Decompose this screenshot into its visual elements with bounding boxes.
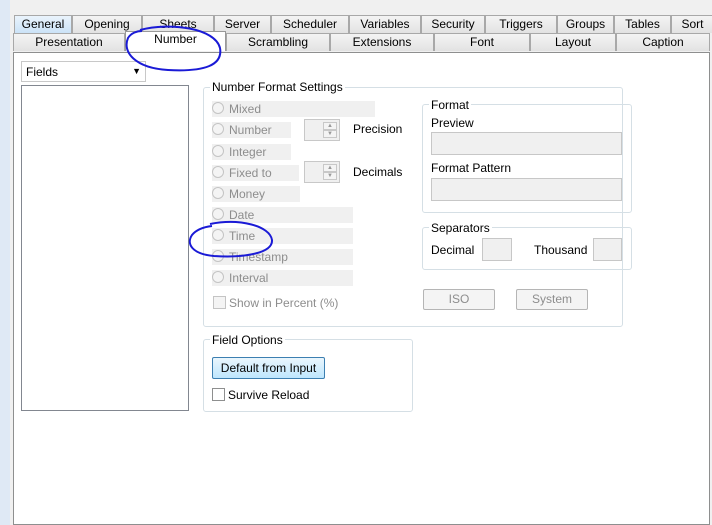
default-from-input-button[interactable]: Default from Input <box>212 357 325 379</box>
format-pattern-label: Format Pattern <box>431 161 512 175</box>
radio-label: Mixed <box>229 102 262 116</box>
radio-label: Date <box>229 208 255 222</box>
spin-up-icon[interactable]: ▲ <box>323 164 337 172</box>
radio-circle <box>212 229 224 241</box>
show-percent-label: Show in Percent (%) <box>229 296 339 310</box>
radio-label: Fixed to <box>229 166 272 180</box>
radio-interval[interactable]: Interval <box>212 270 353 286</box>
number-format-title: Number Format Settings <box>210 80 345 94</box>
radio-fixed-to[interactable]: Fixed to <box>212 165 299 181</box>
spin-up-icon[interactable]: ▲ <box>323 122 337 130</box>
preview-label: Preview <box>431 116 474 130</box>
radio-mixed[interactable]: Mixed <box>212 101 375 117</box>
tab-font[interactable]: Font <box>434 33 530 51</box>
thousand-separator-label: Thousand <box>534 243 588 257</box>
thousand-separator-input[interactable] <box>593 238 622 261</box>
tab-extensions[interactable]: Extensions <box>330 33 434 51</box>
survive-reload-checkbox[interactable] <box>212 388 225 401</box>
show-percent-checkbox[interactable] <box>213 296 226 309</box>
radio-label: Interval <box>229 271 269 285</box>
tab-row-1: General Opening Sheets Server Scheduler … <box>14 15 712 33</box>
survive-reload-label: Survive Reload <box>228 388 310 402</box>
radio-circle <box>212 187 224 199</box>
preview-field <box>431 132 622 155</box>
radio-money[interactable]: Money <box>212 186 300 202</box>
radio-circle <box>212 250 224 262</box>
tab-row-2: Presentation Number Scrambling Extension… <box>13 31 710 51</box>
decimal-separator-label: Decimal <box>431 243 475 257</box>
fields-list[interactable] <box>21 85 189 411</box>
radio-integer[interactable]: Integer <box>212 144 291 160</box>
fields-dropdown[interactable]: Fields ▼ <box>21 61 146 82</box>
precision-spinner[interactable]: ▲ ▼ <box>304 119 340 141</box>
tab-security[interactable]: Security <box>421 15 485 33</box>
tab-caption[interactable]: Caption <box>616 33 710 51</box>
format-pattern-input[interactable] <box>431 178 622 201</box>
radio-label: Timestamp <box>229 250 288 264</box>
field-options-title: Field Options <box>210 333 285 347</box>
radio-time[interactable]: Time <box>212 228 353 244</box>
tab-variables[interactable]: Variables <box>349 15 421 33</box>
chevron-down-icon: ▼ <box>132 66 141 76</box>
tab-presentation[interactable]: Presentation <box>13 33 125 51</box>
radio-circle <box>212 123 224 135</box>
decimals-label: Decimals <box>353 165 403 179</box>
radio-label: Integer <box>229 145 267 159</box>
format-title: Format <box>429 98 472 112</box>
tab-scrambling[interactable]: Scrambling <box>226 33 330 51</box>
tab-layout[interactable]: Layout <box>530 33 616 51</box>
decimals-spinner[interactable]: ▲ ▼ <box>304 161 340 183</box>
system-button[interactable]: System <box>516 289 588 310</box>
tab-groups[interactable]: Groups <box>557 15 614 33</box>
radio-circle <box>212 145 224 157</box>
tab-sort[interactable]: Sort <box>671 15 712 33</box>
radio-circle <box>212 166 224 178</box>
radio-date[interactable]: Date <box>212 207 353 223</box>
tab-scheduler[interactable]: Scheduler <box>271 15 349 33</box>
radio-number[interactable]: Number <box>212 122 291 138</box>
radio-circle <box>212 208 224 220</box>
tab-tables[interactable]: Tables <box>614 15 671 33</box>
radio-circle <box>212 102 224 114</box>
decimal-separator-input[interactable] <box>482 238 512 261</box>
radio-label: Money <box>229 187 266 201</box>
spin-down-icon[interactable]: ▼ <box>323 130 337 138</box>
tab-general[interactable]: General <box>14 15 72 33</box>
iso-button[interactable]: ISO <box>423 289 495 310</box>
separators-title: Separators <box>429 221 492 235</box>
radio-label: Number <box>229 123 272 137</box>
tab-triggers[interactable]: Triggers <box>485 15 557 33</box>
radio-circle <box>212 271 224 283</box>
tab-number[interactable]: Number <box>125 31 226 51</box>
spin-down-icon[interactable]: ▼ <box>323 172 337 180</box>
radio-timestamp[interactable]: Timestamp <box>212 249 353 265</box>
radio-label: Time <box>229 229 256 243</box>
precision-label: Precision <box>353 122 403 136</box>
fields-dropdown-value: Fields <box>26 65 59 79</box>
